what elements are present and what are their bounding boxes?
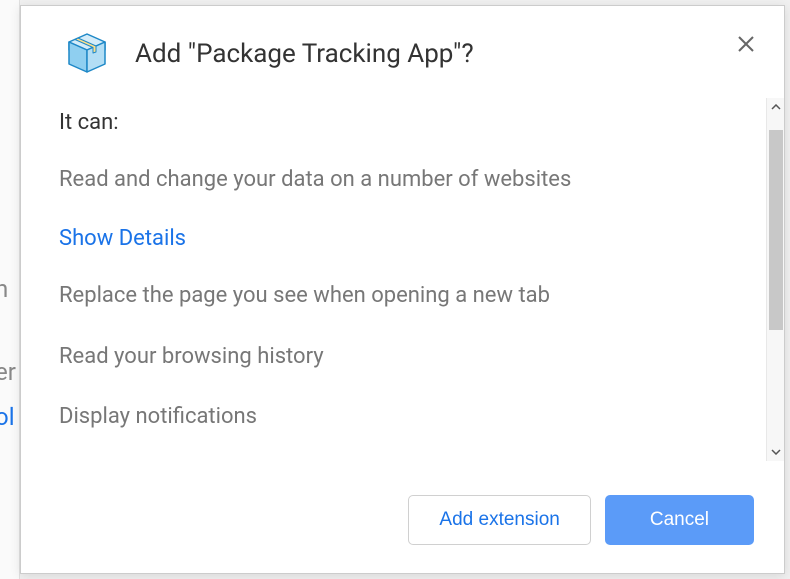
chevron-down-icon [771,449,781,455]
permission-item: Replace the page you see when opening a … [59,281,764,312]
dialog-title: Add "Package Tracking App"? [135,39,474,69]
permission-item: Read your browsing history [59,342,764,373]
dialog-footer: Add extension Cancel [21,461,784,573]
add-extension-button[interactable]: Add extension [408,495,590,545]
chevron-up-icon [771,104,781,110]
show-details-link[interactable]: Show Details [59,226,764,251]
cancel-button[interactable]: Cancel [605,495,754,545]
scroll-up-arrow[interactable] [767,98,784,116]
extension-icon [63,30,111,78]
permission-item: Display notifications [59,402,764,433]
permissions-lead: It can: [59,110,764,135]
close-icon [737,35,755,53]
close-button[interactable] [734,32,758,56]
dialog-header: Add "Package Tracking App"? [21,6,784,98]
background-text-fragment: ol [0,403,15,431]
scroll-down-arrow[interactable] [767,443,784,461]
dialog-body: It can: Read and change your data on a n… [21,98,784,461]
background-text-fragment: n [0,275,8,303]
permission-item: Read and change your data on a number of… [59,165,764,196]
scrollbar[interactable] [766,98,784,461]
permissions-list: It can: Read and change your data on a n… [59,98,764,461]
extension-install-dialog: Add "Package Tracking App"? It can: Read… [20,5,785,574]
background-text-fragment: er [0,358,16,386]
scrollbar-thumb[interactable] [769,130,783,330]
